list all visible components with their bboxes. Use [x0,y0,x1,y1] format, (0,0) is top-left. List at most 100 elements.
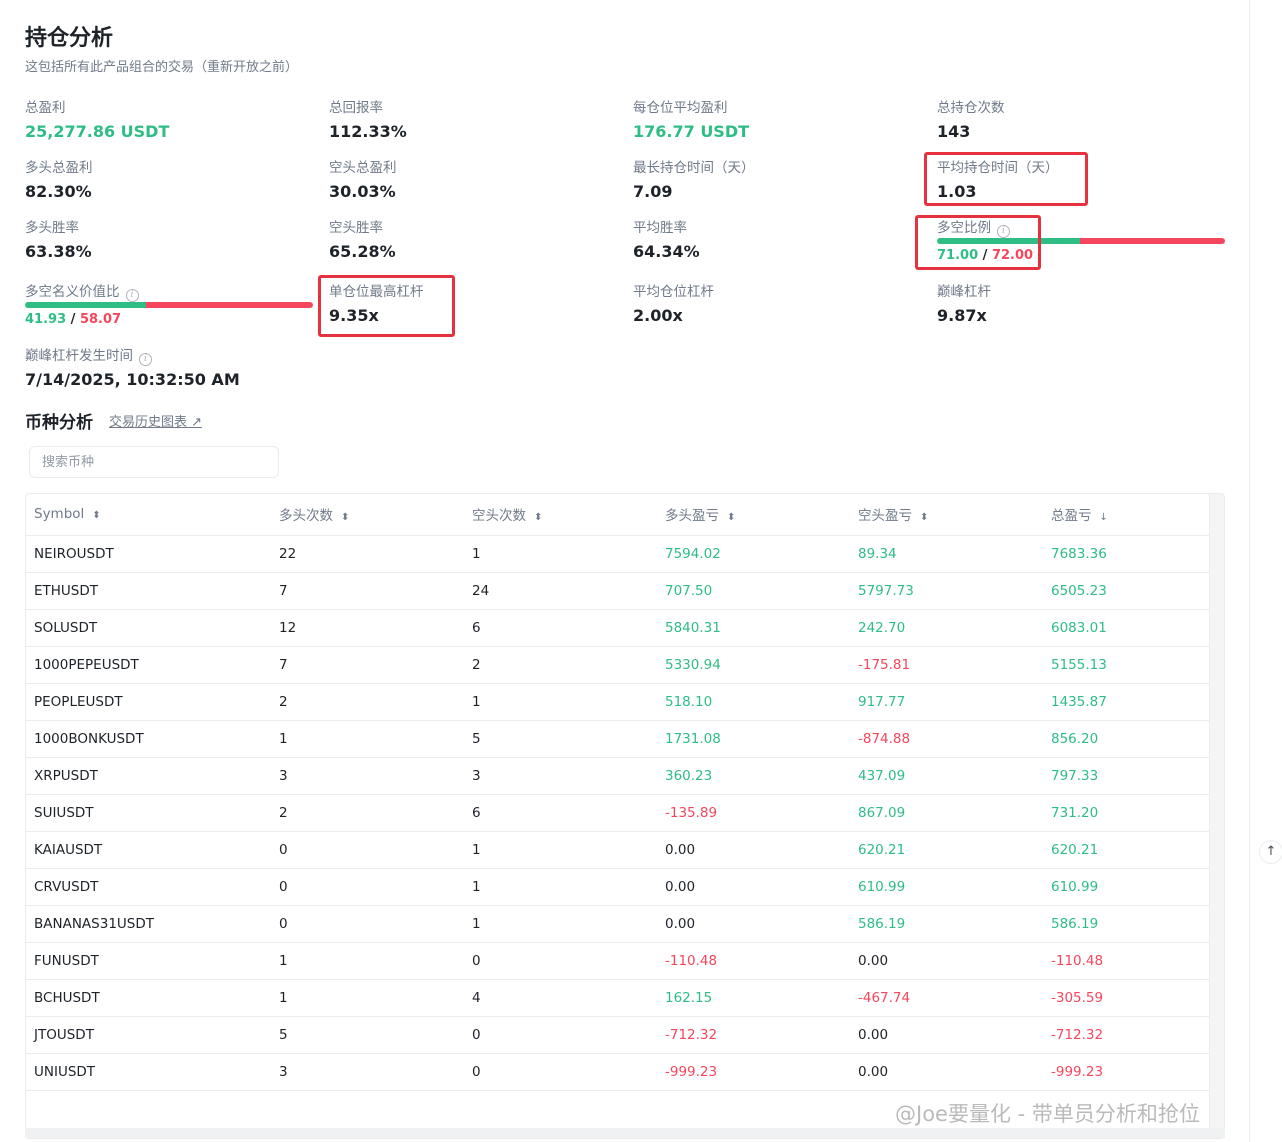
sort-both-icon[interactable]: ⬍ [92,510,100,521]
cell-short-pnl: 0.00 [850,1016,1043,1054]
cell-long-pnl: 0.00 [657,831,850,869]
cell-long-count: 3 [271,1053,464,1091]
stat-notional-ratio: 多空名义价值比 i [25,282,139,302]
column-header-label: 空头盈亏 [858,508,912,525]
cell-long-count: 1 [271,720,464,758]
column-header-short-count[interactable]: 空头次数 ⬍ [464,494,657,536]
info-icon[interactable]: i [139,353,152,366]
column-header-long-count[interactable]: 多头次数 ⬍ [271,494,464,536]
watermark-text: @Joe要量化 - 带单员分析和抢位 [895,1102,1200,1126]
stat-value: 9.87x [937,306,987,325]
cell-total-pnl: 7683.36 [1043,535,1210,573]
cell-short-count: 1 [464,905,657,943]
highlight-box-max-leverage [318,275,455,337]
scroll-to-top-button[interactable]: ↑ [1259,840,1282,864]
cell-long-pnl: 360.23 [657,757,850,795]
stat-label: 空头胜率 [329,220,383,236]
cell-short-pnl: 0.00 [850,942,1043,980]
table-row: 1000BONKUSDT 1 5 1731.08 -874.88 856.20 [26,720,1210,758]
stat-value: 25,277.86 USDT [25,122,170,141]
table-row: SUIUSDT 2 6 -135.89 867.09 731.20 [26,794,1210,832]
table-horizontal-scrollbar[interactable] [25,1128,1225,1138]
highlight-box-long-short-ratio [915,215,1041,270]
stat-label: 平均胜率 [633,220,687,236]
cell-short-count: 3 [464,757,657,795]
cell-symbol: BCHUSDT [26,979,271,1017]
table-row: BCHUSDT 1 4 162.15 -467.74 -305.59 [26,979,1210,1017]
cell-total-pnl: -110.48 [1043,942,1210,980]
sort-both-icon[interactable]: ⬍ [534,512,542,523]
stat-value: 2.00x [633,306,683,325]
cell-short-count: 4 [464,979,657,1017]
coin-table: Symbol ⬍ 多头次数 ⬍ 空头次数 ⬍ 多头盈亏 ⬍ 空头盈亏 ⬍ 总盈亏 ↓ NEI… [26,494,1210,1091]
cell-total-pnl: -305.59 [1043,979,1210,1017]
stat-value: 143 [937,122,971,141]
sort-descending-icon[interactable]: ↓ [1100,512,1108,523]
ratio-short-value: 58.07 [79,312,122,327]
stat-label: 巅峰杠杆发生时间 i [25,346,240,366]
column-header-long-pnl[interactable]: 多头盈亏 ⬍ [657,494,850,536]
cell-total-pnl: 620.21 [1043,831,1210,869]
table-row: 1000PEPEUSDT 7 2 5330.94 -175.81 5155.13 [26,646,1210,684]
stat-total-pnl: 总盈利 25,277.86 USDT [25,98,169,144]
cell-short-count: 1 [464,535,657,573]
table-vertical-scrollbar[interactable] [1209,494,1224,1138]
table-row: NEIROUSDT 22 1 7594.02 89.34 7683.36 [26,535,1210,573]
column-header-label: 多头次数 [279,508,333,525]
coin-table-container: Symbol ⬍ 多头次数 ⬍ 空头次数 ⬍ 多头盈亏 ⬍ 空头盈亏 ⬍ 总盈亏 ↓ NEI… [25,493,1225,1139]
notional-ratio-bar [25,302,313,308]
cell-symbol: FUNUSDT [26,942,271,980]
cell-long-pnl: 0.00 [657,868,850,906]
cell-total-pnl: -712.32 [1043,1016,1210,1054]
cell-long-count: 12 [271,609,464,647]
cell-long-pnl: 7594.02 [657,535,850,573]
cell-short-pnl: 437.09 [850,757,1043,795]
cell-long-count: 2 [271,683,464,721]
cell-short-pnl: 620.21 [850,831,1043,869]
cell-symbol: KAIAUSDT [26,831,271,869]
info-icon[interactable]: i [125,289,139,302]
table-row: CRVUSDT 0 1 0.00 610.99 610.99 [26,868,1210,906]
cell-short-pnl: 610.99 [850,868,1043,906]
trade-history-chart-link[interactable]: 交易历史图表 ↗ [109,411,202,430]
column-header-short-pnl[interactable]: 空头盈亏 ⬍ [850,494,1043,536]
stat-label: 平均仓位杠杆 [633,284,714,300]
coin-search-input[interactable] [29,446,279,478]
cell-total-pnl: 5155.13 [1043,646,1210,684]
sort-both-icon[interactable]: ⬍ [920,512,928,523]
stat-label: 每仓位平均盈利 [633,100,728,116]
sort-both-icon[interactable]: ⬍ [727,512,735,523]
ratio-bar-short-fill [145,302,313,308]
cell-long-count: 1 [271,979,464,1017]
table-header-row: Symbol ⬍ 多头次数 ⬍ 空头次数 ⬍ 多头盈亏 ⬍ 空头盈亏 ⬍ 总盈亏 ↓ [26,494,1210,536]
stat-value: 7.09 [633,182,673,201]
table-row: KAIAUSDT 0 1 0.00 620.21 620.21 [26,831,1210,869]
sort-both-icon[interactable]: ⬍ [341,512,349,523]
stat-value: 65.28% [329,242,396,261]
cell-short-pnl: 867.09 [850,794,1043,832]
cell-symbol: 1000BONKUSDT [26,720,271,758]
cell-symbol: PEOPLEUSDT [26,683,271,721]
stat-value: 82.30% [25,182,92,201]
stat-short-total-pnl: 空头总盈利 30.03% [329,158,397,204]
cell-symbol: 1000PEPEUSDT [26,646,271,684]
stat-longest-hold: 最长持仓时间（天） 7.09 [633,158,755,204]
cell-long-count: 0 [271,831,464,869]
column-header-label: 总盈亏 [1051,508,1092,525]
cell-symbol: UNIUSDT [26,1053,271,1091]
stat-label: 最长持仓时间（天） [633,160,755,176]
position-analysis-card: 持仓分析 这包括所有此产品组合的交易（重新开放之前） 总盈利 25,277.86… [0,0,1250,1142]
stat-peak-leverage: 巅峰杠杆 9.87x [937,282,991,328]
cell-long-pnl: 162.15 [657,979,850,1017]
stat-value: 7/14/2025, 10:32:50 AM [25,370,240,389]
cell-long-count: 22 [271,535,464,573]
table-row: BANANAS31USDT 0 1 0.00 586.19 586.19 [26,905,1210,943]
stat-avg-pnl-per-position: 每仓位平均盈利 176.77 USDT [633,98,749,144]
cell-short-count: 0 [464,1053,657,1091]
cell-long-count: 5 [271,1016,464,1054]
stat-value: 30.03% [329,182,396,201]
column-header-total-pnl[interactable]: 总盈亏 ↓ [1043,494,1210,536]
stat-total-positions: 总持仓次数 143 [937,98,1005,144]
column-header-symbol[interactable]: Symbol ⬍ [26,494,271,536]
stat-total-return: 总回报率 112.33% [329,98,407,144]
